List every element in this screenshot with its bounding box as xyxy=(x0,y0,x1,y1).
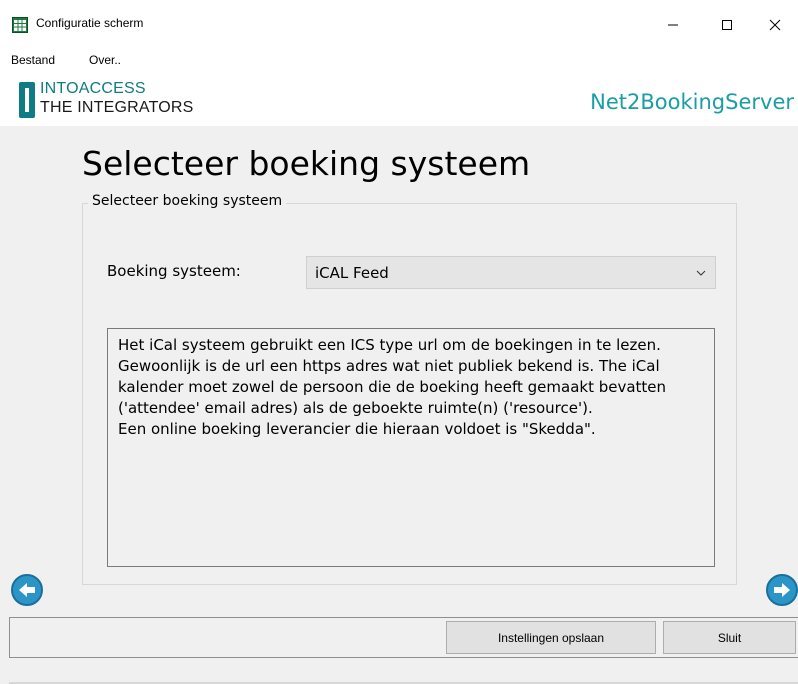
spreadsheet-icon xyxy=(12,17,28,33)
brand-tagline: THE INTEGRATORS xyxy=(40,99,194,116)
forward-button[interactable] xyxy=(766,574,798,606)
group-legend: Selecteer boeking systeem xyxy=(88,193,287,209)
description-line: Gewoonlijk is de url een https adres wat… xyxy=(118,357,660,375)
description-textbox[interactable]: Het iCal systeem gebruikt een ICS type u… xyxy=(107,328,715,567)
description-line: Een online boeking leverancier die hiera… xyxy=(118,420,596,438)
booking-system-label: Boeking systeem: xyxy=(107,262,241,280)
back-button[interactable] xyxy=(11,574,43,606)
menu-over[interactable]: Over.. xyxy=(89,53,121,67)
description-line: kalender moet zowel de persoon die de bo… xyxy=(118,378,667,396)
menu-bar: Bestand Over.. xyxy=(0,50,798,72)
menu-bestand[interactable]: Bestand xyxy=(11,53,55,67)
minimize-button[interactable] xyxy=(650,0,696,50)
arrow-left-icon xyxy=(19,583,35,597)
description-line: Het iCal systeem gebruikt een ICS type u… xyxy=(118,336,661,354)
save-settings-button[interactable]: Instellingen opslaan xyxy=(446,621,656,654)
page-title: Selecteer boeking systeem xyxy=(82,144,531,183)
description-line: ('attendee' email adres) als de geboekte… xyxy=(118,399,593,417)
booking-system-select[interactable]: iCAL Feed xyxy=(306,256,716,289)
chevron-down-icon xyxy=(696,270,706,276)
brand-name: INTOACCESS xyxy=(40,80,146,97)
intoaccess-logo xyxy=(19,82,35,118)
selected-value: iCAL Feed xyxy=(315,264,389,282)
title-bar: Configuratie scherm xyxy=(0,0,798,50)
minimize-icon xyxy=(668,24,678,26)
close-icon xyxy=(769,19,781,31)
brand-header: INTOACCESS THE INTEGRATORS Net2BookingSe… xyxy=(0,72,798,126)
window-title: Configuratie scherm xyxy=(36,16,144,30)
close-button[interactable]: Sluit xyxy=(663,621,796,654)
arrow-right-icon xyxy=(774,583,790,597)
close-window-button[interactable] xyxy=(752,0,798,50)
app-name: Net2BookingServer xyxy=(590,90,794,114)
maximize-icon xyxy=(722,20,732,30)
maximize-button[interactable] xyxy=(704,0,750,50)
